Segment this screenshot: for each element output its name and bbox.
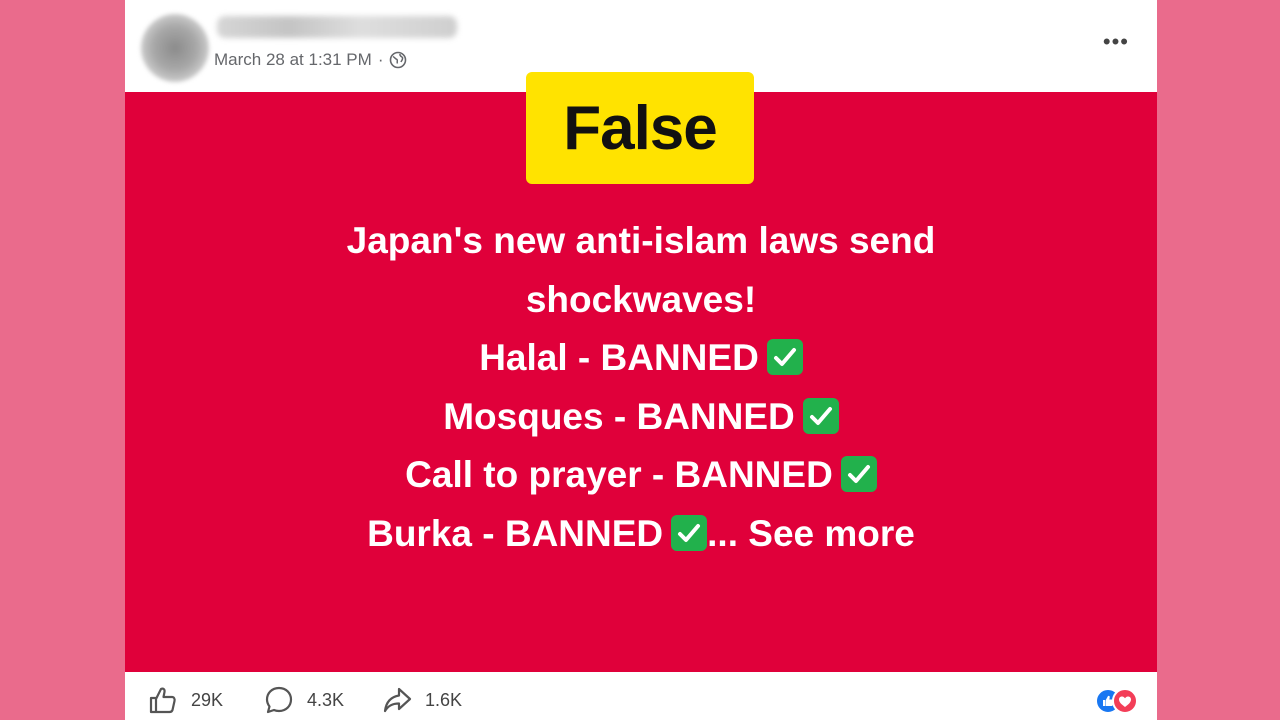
- post-line-4: Mosques - BANNED: [125, 388, 1157, 447]
- post-image: False Japan's new anti-islam laws send s…: [125, 72, 1157, 672]
- post-line-5: Call to prayer - BANNED: [125, 446, 1157, 505]
- see-more-link[interactable]: ... See more: [707, 513, 915, 554]
- comment-icon: [263, 684, 295, 716]
- post-footer: 29K 4.3K 1.6K: [125, 672, 1157, 720]
- post-line-2: shockwaves!: [525, 278, 757, 320]
- like-button[interactable]: 29K: [147, 684, 223, 716]
- avatar[interactable]: [141, 14, 209, 82]
- check-mark-icon: [671, 514, 708, 551]
- author-name-blurred[interactable]: [217, 16, 457, 38]
- share-button[interactable]: 1.6K: [381, 684, 462, 716]
- check-mark-icon: [766, 339, 803, 375]
- check-mark-icon: [840, 456, 877, 492]
- share-count: 1.6K: [425, 689, 463, 710]
- burka-text: Burka - BANNED: [367, 512, 664, 554]
- post-text: Japan's new anti-islam laws send shockwa…: [125, 212, 1157, 563]
- reaction-icons[interactable]: [1095, 688, 1139, 714]
- halal-text: Halal - BANNED: [479, 337, 759, 378]
- like-count: 29K: [191, 689, 224, 710]
- globe-icon: [389, 51, 407, 69]
- love-reaction-icon: [1112, 688, 1138, 714]
- more-options-icon[interactable]: •••: [1103, 30, 1129, 54]
- like-icon: [147, 684, 179, 716]
- call-to-prayer-text: Call to prayer - BANNED: [405, 454, 833, 495]
- post-line-3: Halal - BANNED: [125, 329, 1157, 388]
- comment-count: 4.3K: [307, 689, 345, 710]
- post-timestamp[interactable]: March 28 at 1:31 PM: [214, 50, 372, 70]
- verdict-label: False: [526, 72, 754, 184]
- comment-button[interactable]: 4.3K: [263, 684, 344, 716]
- post-line-6: Burka - BANNED ... See more: [125, 505, 1157, 564]
- post-line-1: Japan's new anti-islam laws send: [346, 220, 936, 261]
- share-icon: [381, 684, 413, 716]
- facebook-post-card: March 28 at 1:31 PM · ••• False Japan's …: [125, 0, 1157, 720]
- mosques-text: Mosques - BANNED: [443, 395, 795, 437]
- check-mark-icon: [802, 397, 839, 434]
- post-meta: March 28 at 1:31 PM ·: [214, 50, 407, 70]
- meta-separator: ·: [377, 50, 384, 69]
